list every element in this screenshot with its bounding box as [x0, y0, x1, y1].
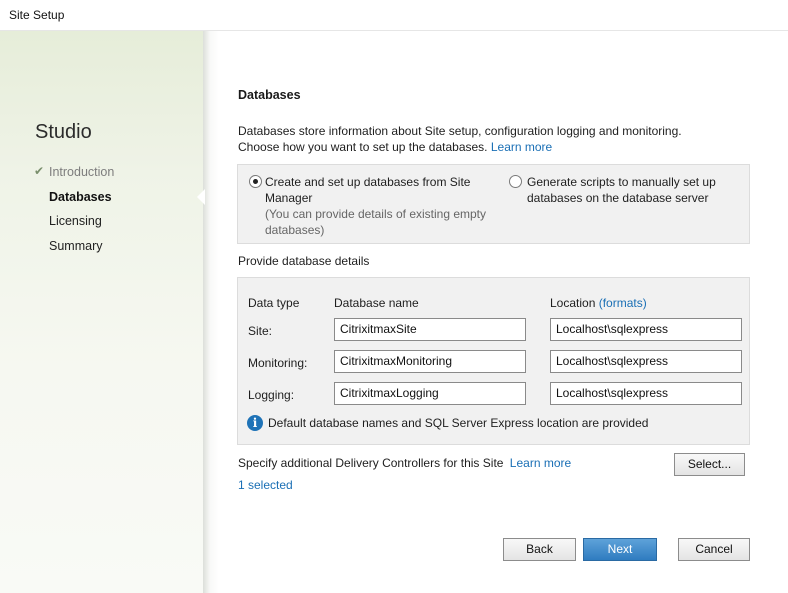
title-bar: Site Setup — [0, 0, 788, 31]
select-controllers-button[interactable]: Select... — [674, 453, 745, 476]
window-title: Site Setup — [9, 8, 65, 22]
sidebar-step-label: Summary — [49, 239, 103, 253]
sidebar-step-databases[interactable]: Databases — [49, 190, 112, 204]
sidebar-divider — [203, 31, 219, 593]
controllers-label: Specify additional Delivery Controllers … — [238, 456, 504, 470]
col-header-type: Data type — [248, 296, 300, 310]
sidebar-step-summary[interactable]: Summary — [49, 239, 102, 253]
next-button[interactable]: Next — [583, 538, 657, 561]
row-logging-label: Logging: — [248, 388, 295, 402]
intro-line-2: Choose how you want to set up the databa… — [238, 140, 488, 154]
page-title: Databases — [238, 88, 301, 102]
create-option-note-2: databases) — [265, 223, 325, 237]
intro-text: Databases store information about Site s… — [238, 124, 778, 154]
site-database-name-input[interactable]: CitrixitmaxSite — [334, 318, 526, 341]
formats-link[interactable]: (formats) — [599, 296, 647, 310]
sidebar-step-label: Licensing — [49, 214, 102, 228]
main-content: Databases Databases store information ab… — [219, 31, 788, 593]
create-databases-option[interactable]: Create and set up databases from Site Ma… — [265, 174, 486, 238]
details-label: Provide database details — [238, 254, 370, 268]
sidebar: Studio ✔ Introduction Databases Licensin… — [0, 31, 203, 593]
intro-line-1: Databases store information about Site s… — [238, 124, 682, 138]
create-databases-radio[interactable] — [249, 175, 262, 188]
setup-options-panel: Create and set up databases from Site Ma… — [237, 164, 750, 244]
default-info-text: Default database names and SQL Server Ex… — [268, 416, 649, 430]
sidebar-step-licensing[interactable]: Licensing — [49, 214, 102, 228]
intro-line-2-wrap: Choose how you want to set up the databa… — [238, 140, 778, 154]
sidebar-step-label: Introduction — [49, 165, 115, 179]
monitoring-database-name-input[interactable]: CitrixitmaxMonitoring — [334, 350, 526, 373]
active-step-pointer — [197, 189, 205, 205]
info-icon: i — [247, 415, 263, 431]
database-details-panel: Data type Database name Location (format… — [237, 277, 750, 445]
create-option-line-1: Create and set up databases from Site — [265, 175, 471, 189]
controllers-learn-more-link[interactable]: Learn more — [510, 456, 571, 470]
generate-scripts-radio[interactable] — [509, 175, 522, 188]
learn-more-link[interactable]: Learn more — [491, 140, 552, 154]
site-location-input[interactable]: Localhost\sqlexpress — [550, 318, 742, 341]
logging-location-input[interactable]: Localhost\sqlexpress — [550, 382, 742, 405]
selected-count-link[interactable]: 1 selected — [238, 478, 293, 492]
app-name: Studio — [35, 121, 92, 143]
sidebar-step-introduction[interactable]: ✔ Introduction — [34, 164, 115, 179]
col-header-name: Database name — [334, 296, 419, 310]
scripts-option-line-2: databases on the database server — [527, 191, 709, 205]
col-header-location: Location (formats) — [550, 296, 647, 310]
logging-database-name-input[interactable]: CitrixitmaxLogging — [334, 382, 526, 405]
create-option-line-2: Manager — [265, 191, 313, 205]
scripts-option-line-1: Generate scripts to manually set up — [527, 175, 716, 189]
sidebar-step-label: Databases — [49, 190, 112, 204]
monitoring-location-input[interactable]: Localhost\sqlexpress — [550, 350, 742, 373]
back-button[interactable]: Back — [503, 538, 576, 561]
cancel-button[interactable]: Cancel — [678, 538, 750, 561]
check-icon: ✔ — [34, 164, 45, 178]
create-option-note-1: (You can provide details of existing emp… — [265, 207, 487, 221]
generate-scripts-option[interactable]: Generate scripts to manually set up data… — [527, 174, 716, 206]
row-monitoring-label: Monitoring: — [248, 356, 308, 370]
controllers-row: Specify additional Delivery Controllers … — [238, 456, 571, 470]
row-site-label: Site: — [248, 324, 273, 338]
col-header-location-label: Location — [550, 296, 596, 310]
